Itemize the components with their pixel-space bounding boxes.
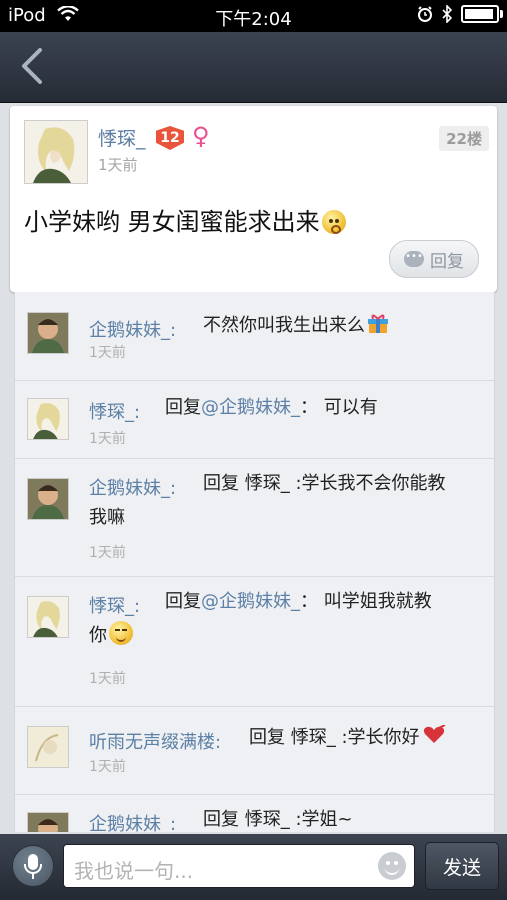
gift-icon [368, 314, 388, 333]
comment-list: 企鹅妹妹_: 不然你叫我生出来么 1天前 悸琛_: 回复@企鹅妹妹_： 可以有 … [14, 292, 495, 832]
mention-link[interactable]: @企鹅妹妹_ [201, 397, 300, 418]
comment-item: 听雨无声缀满楼: 回复 悸琛_ :学长你好 1天前 [15, 706, 494, 795]
commenter-avatar[interactable] [27, 398, 69, 440]
comment-body: 不然你叫我生出来么 [203, 315, 365, 336]
comment-text: 回复@企鹅妹妹_： 叫学姐我就教 [165, 586, 432, 618]
comment-time: 1天前 [89, 671, 126, 687]
comment-text-line2: 你 [89, 620, 133, 652]
reply-button[interactable]: ••• 回复 [389, 240, 479, 278]
commenter-avatar[interactable] [27, 812, 69, 832]
send-button[interactable]: 发送 [425, 842, 499, 890]
comment-item: 企鹅妹妹_: 不然你叫我生出来么 1天前 [15, 292, 494, 381]
main-post: 悸琛_ 12 ♀ 1天前 22楼 小学妹哟 男女闺蜜能求出来 ••• 回复 [10, 106, 497, 292]
composer-bar: 我也说一句... 发送 [0, 834, 507, 900]
author-name[interactable]: 悸琛_ [98, 124, 146, 151]
photo-avatar-icon [28, 313, 68, 353]
anime-avatar-icon [28, 399, 68, 439]
mention-link[interactable]: @企鹅妹妹_ [201, 591, 300, 612]
input-placeholder: 我也说一句... [74, 859, 194, 883]
commenter-avatar[interactable] [27, 596, 69, 638]
commenter-name[interactable]: 企鹅妹妹_: [89, 316, 176, 342]
back-button[interactable] [14, 44, 54, 88]
author-avatar[interactable] [24, 120, 88, 184]
post-content: 小学妹哟 男女闺蜜能求出来 [24, 202, 346, 237]
comment-item: 企鹅妹妹_: 回复 悸琛_ :学长我不会你能教 我嘛 1天前 [15, 458, 494, 577]
commenter-name[interactable]: 悸琛_: [89, 592, 140, 618]
level-badge: 12 [156, 126, 184, 150]
voice-button[interactable] [12, 845, 54, 887]
chevron-left-icon [22, 48, 42, 84]
battery-fill [465, 9, 493, 19]
commenter-name[interactable]: 企鹅妹妹_: [89, 810, 176, 832]
surprised-emoji-icon [321, 210, 346, 234]
anime-avatar-icon [28, 597, 68, 637]
drawing-avatar-icon [28, 727, 68, 767]
comment-text-line2: 我嘛 [89, 507, 125, 528]
comment-text-line1: 回复 悸琛_ :学长我不会你能教 [203, 473, 446, 494]
chat-bubble-icon: ••• [404, 251, 424, 267]
comment-text: 回复 悸琛_ :学长你好 [249, 722, 446, 754]
battery-icon [461, 5, 503, 23]
reply-label: 回复 [430, 251, 464, 272]
comment-text: 不然你叫我生出来么 [203, 310, 389, 342]
anime-avatar-icon [25, 121, 87, 183]
comment-item: 企鹅妹妹_: 回复 悸琛_ :学姐~ [15, 794, 494, 832]
post-time: 1天前 [98, 156, 138, 174]
commenter-name[interactable]: 企鹅妹妹_: [89, 474, 176, 500]
emoji-picker-icon[interactable] [378, 852, 406, 880]
status-bar: iPod 下午2:04 [0, 0, 507, 32]
comment-time: 1天前 [89, 345, 126, 361]
comment-time: 1天前 [89, 431, 126, 447]
comment-time: 1天前 [89, 759, 126, 775]
photo-avatar-icon [28, 813, 68, 832]
grin-emoji-icon [109, 621, 133, 645]
commenter-avatar[interactable] [27, 312, 69, 354]
commenter-avatar[interactable] [27, 478, 69, 520]
comment-item: 悸琛_: 回复@企鹅妹妹_： 叫学姐我就教 你 1天前 [15, 576, 494, 707]
floor-badge: 22楼 [439, 126, 489, 151]
photo-avatar-icon [28, 479, 68, 519]
status-right [417, 5, 503, 23]
female-icon: ♀ [192, 122, 210, 150]
reply-prefix: 回复 [165, 397, 201, 418]
comment-body: ： 可以有 [300, 397, 378, 418]
comment-body: ： 叫学姐我就教 [300, 591, 432, 612]
nav-bar [0, 32, 507, 103]
comment-text: 回复@企鹅妹妹_： 可以有 [165, 392, 378, 424]
reply-prefix: 回复 [165, 591, 201, 612]
comment-time: 1天前 [89, 545, 126, 561]
alarm-icon [418, 6, 432, 22]
comment-text: 回复 悸琛_ :学姐~ [203, 809, 353, 830]
bluetooth-icon [442, 5, 453, 23]
commenter-name[interactable]: 听雨无声缀满楼: [89, 728, 221, 754]
commenter-name[interactable]: 悸琛_: [89, 398, 140, 424]
heart-icon [423, 725, 445, 743]
comment-body-line2: 你 [89, 625, 107, 646]
comment-item: 悸琛_: 回复@企鹅妹妹_： 可以有 1天前 [15, 380, 494, 459]
comment-input[interactable]: 我也说一句... [63, 844, 415, 888]
commenter-avatar[interactable] [27, 726, 69, 768]
comment-body: 回复 悸琛_ :学长你好 [249, 727, 420, 748]
post-text: 小学妹哟 男女闺蜜能求出来 [24, 208, 320, 236]
